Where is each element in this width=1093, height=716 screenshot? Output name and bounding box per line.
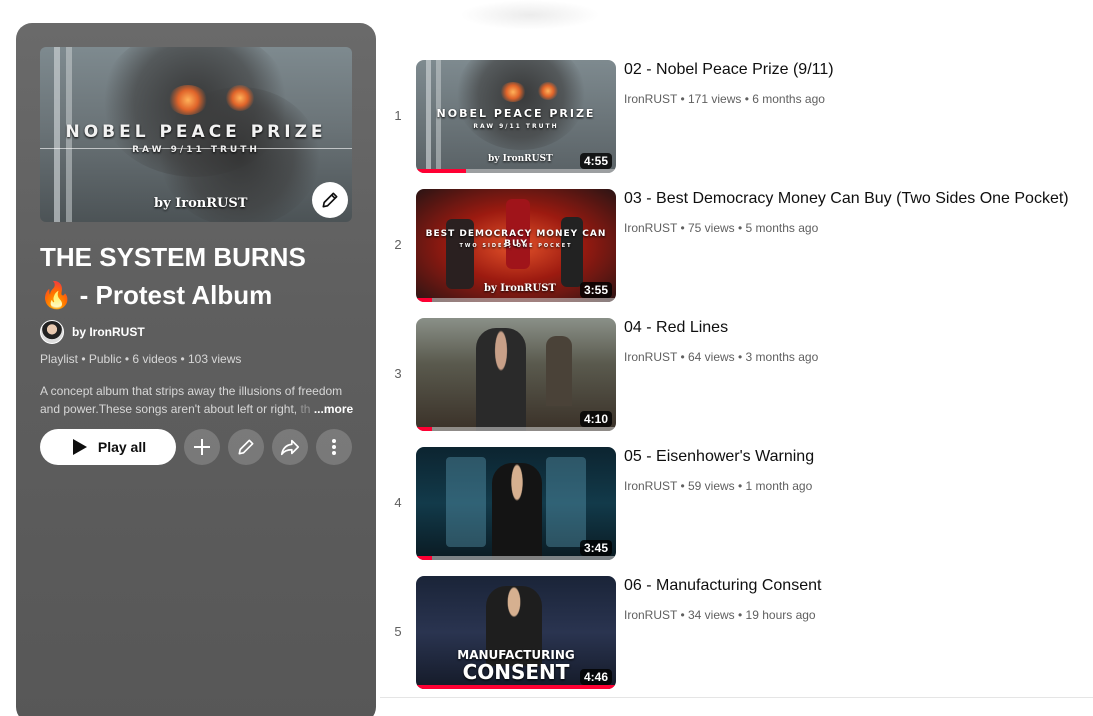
description-text: and power.These songs aren't about left … [40,402,301,416]
thumbnail-subtitle: RAW 9/11 TRUTH [132,145,260,155]
video-index: 1 [394,108,402,123]
progress-track [416,556,616,560]
video-index: 2 [394,237,402,252]
list-divider [380,697,1093,698]
video-index: 3 [394,366,402,381]
figure-shape [561,217,583,287]
thumbnail-byline: by IronRUST [484,283,556,294]
edit-playlist-button[interactable] [228,429,264,465]
playlist-actions: Play all [40,429,352,465]
video-index: 4 [394,495,402,510]
header-fade [460,0,600,30]
list-item[interactable]: 5 MANUFACTURING CONSENT 4:46 06 - Manufa… [384,576,1084,689]
vertical-dots-icon [332,439,336,455]
playlist-thumbnail[interactable]: NOBEL PEACE PRIZE RAW 9/11 TRUTH by Iron… [40,47,352,222]
list-item[interactable]: 4 3:45 05 - Eisenhower's Warning IronRUS… [384,447,1084,560]
more-link[interactable]: ...more [314,402,353,416]
video-meta: IronRUST • 171 views • 6 months ago [624,92,825,106]
duration-badge: 3:55 [579,282,612,298]
video-title[interactable]: 06 - Manufacturing Consent [624,577,821,595]
playlist-description[interactable]: A concept album that strips away the ill… [40,382,353,418]
playlist-title-line1: THE SYSTEM BURNS [40,242,306,272]
pencil-icon [238,439,254,455]
watch-progress-bar [416,427,432,431]
thumbnail-byline: by IronRUST [154,196,248,211]
description-line1: A concept album that strips away the ill… [40,384,343,398]
watch-progress-bar [416,556,432,560]
fire-shape [500,82,526,102]
list-item[interactable]: 3 4:10 04 - Red Lines IronRUST • 64 view… [384,318,1084,431]
video-thumbnail[interactable]: NOBEL PEACE PRIZE RAW 9/11 TRUTH by Iron… [416,60,616,173]
playlist-title: THE SYSTEM BURNS 🔥 - Protest Album [40,238,350,314]
pencil-icon [322,192,338,208]
progress-track [416,298,616,302]
video-index: 5 [394,624,402,639]
play-all-button[interactable]: Play all [40,429,176,465]
more-actions-button[interactable] [316,429,352,465]
playlist-title-line2: 🔥 - Protest Album [40,276,350,314]
chamber-shape [546,457,586,547]
video-meta: IronRUST • 75 views • 5 months ago [624,221,819,235]
playlist-header-panel: NOBEL PEACE PRIZE RAW 9/11 TRUTH by Iron… [16,23,376,716]
video-thumbnail[interactable]: 3:45 [416,447,616,560]
playlist-meta: Playlist • Public • 6 videos • 103 views [40,352,242,366]
figure-shape [476,328,526,431]
share-button[interactable] [272,429,308,465]
thumbnail-byline: by IronRUST [488,154,553,164]
fire-shape [538,82,558,100]
duration-badge: 3:45 [579,540,612,556]
watch-progress-bar [416,685,616,689]
video-title[interactable]: 02 - Nobel Peace Prize (9/11) [624,61,834,79]
figure-shape [546,336,572,406]
avatar[interactable] [40,320,64,344]
fire-shape [226,85,254,111]
figure-shape [492,463,542,560]
smoke-shape [456,60,586,150]
description-line2: and power.These songs aren't about left … [40,400,353,418]
duration-badge: 4:10 [579,411,612,427]
video-meta: IronRUST • 59 views • 1 month ago [624,479,813,493]
progress-track [416,427,616,431]
duration-badge: 4:46 [579,669,612,685]
video-title[interactable]: 05 - Eisenhower's Warning [624,448,814,466]
chamber-shape [446,457,486,547]
description-fade-text: th [300,402,311,416]
watch-progress-bar [416,298,432,302]
list-item[interactable]: 1 NOBEL PEACE PRIZE RAW 9/11 TRUTH by Ir… [384,60,1084,173]
play-all-label: Play all [97,439,147,455]
video-meta: IronRUST • 64 views • 3 months ago [624,350,819,364]
thumbnail-text: NOBEL PEACE PRIZE [436,107,596,120]
add-to-playlist-button[interactable] [184,429,220,465]
video-thumbnail[interactable]: 4:10 [416,318,616,431]
video-meta: IronRUST • 34 views • 19 hours ago [624,608,816,622]
video-thumbnail[interactable]: BEST DEMOCRACY MONEY CAN BUY TWO SIDES, … [416,189,616,302]
share-arrow-icon [280,439,300,456]
thumbnail-subtext: TWO SIDES, ONE POCKET [459,243,573,249]
thumbnail-title: NOBEL PEACE PRIZE [65,122,327,142]
plus-icon [194,439,210,455]
watch-progress-bar [416,169,466,173]
fire-emoji-icon: 🔥 [40,280,73,310]
video-title[interactable]: 03 - Best Democracy Money Can Buy (Two S… [624,190,1069,208]
owner-name[interactable]: by IronRUST [72,325,145,339]
fire-shape [168,85,208,115]
list-item[interactable]: 2 BEST DEMOCRACY MONEY CAN BUY TWO SIDES… [384,189,1084,302]
duration-badge: 4:55 [579,153,612,169]
video-thumbnail[interactable]: MANUFACTURING CONSENT 4:46 [416,576,616,689]
edit-thumbnail-button[interactable] [312,182,348,218]
playlist-owner[interactable]: by IronRUST [40,320,145,344]
thumbnail-subtext: RAW 9/11 TRUTH [473,123,559,130]
play-icon [72,439,87,455]
playlist-title-suffix: - Protest Album [72,280,273,310]
video-title[interactable]: 04 - Red Lines [624,319,728,337]
